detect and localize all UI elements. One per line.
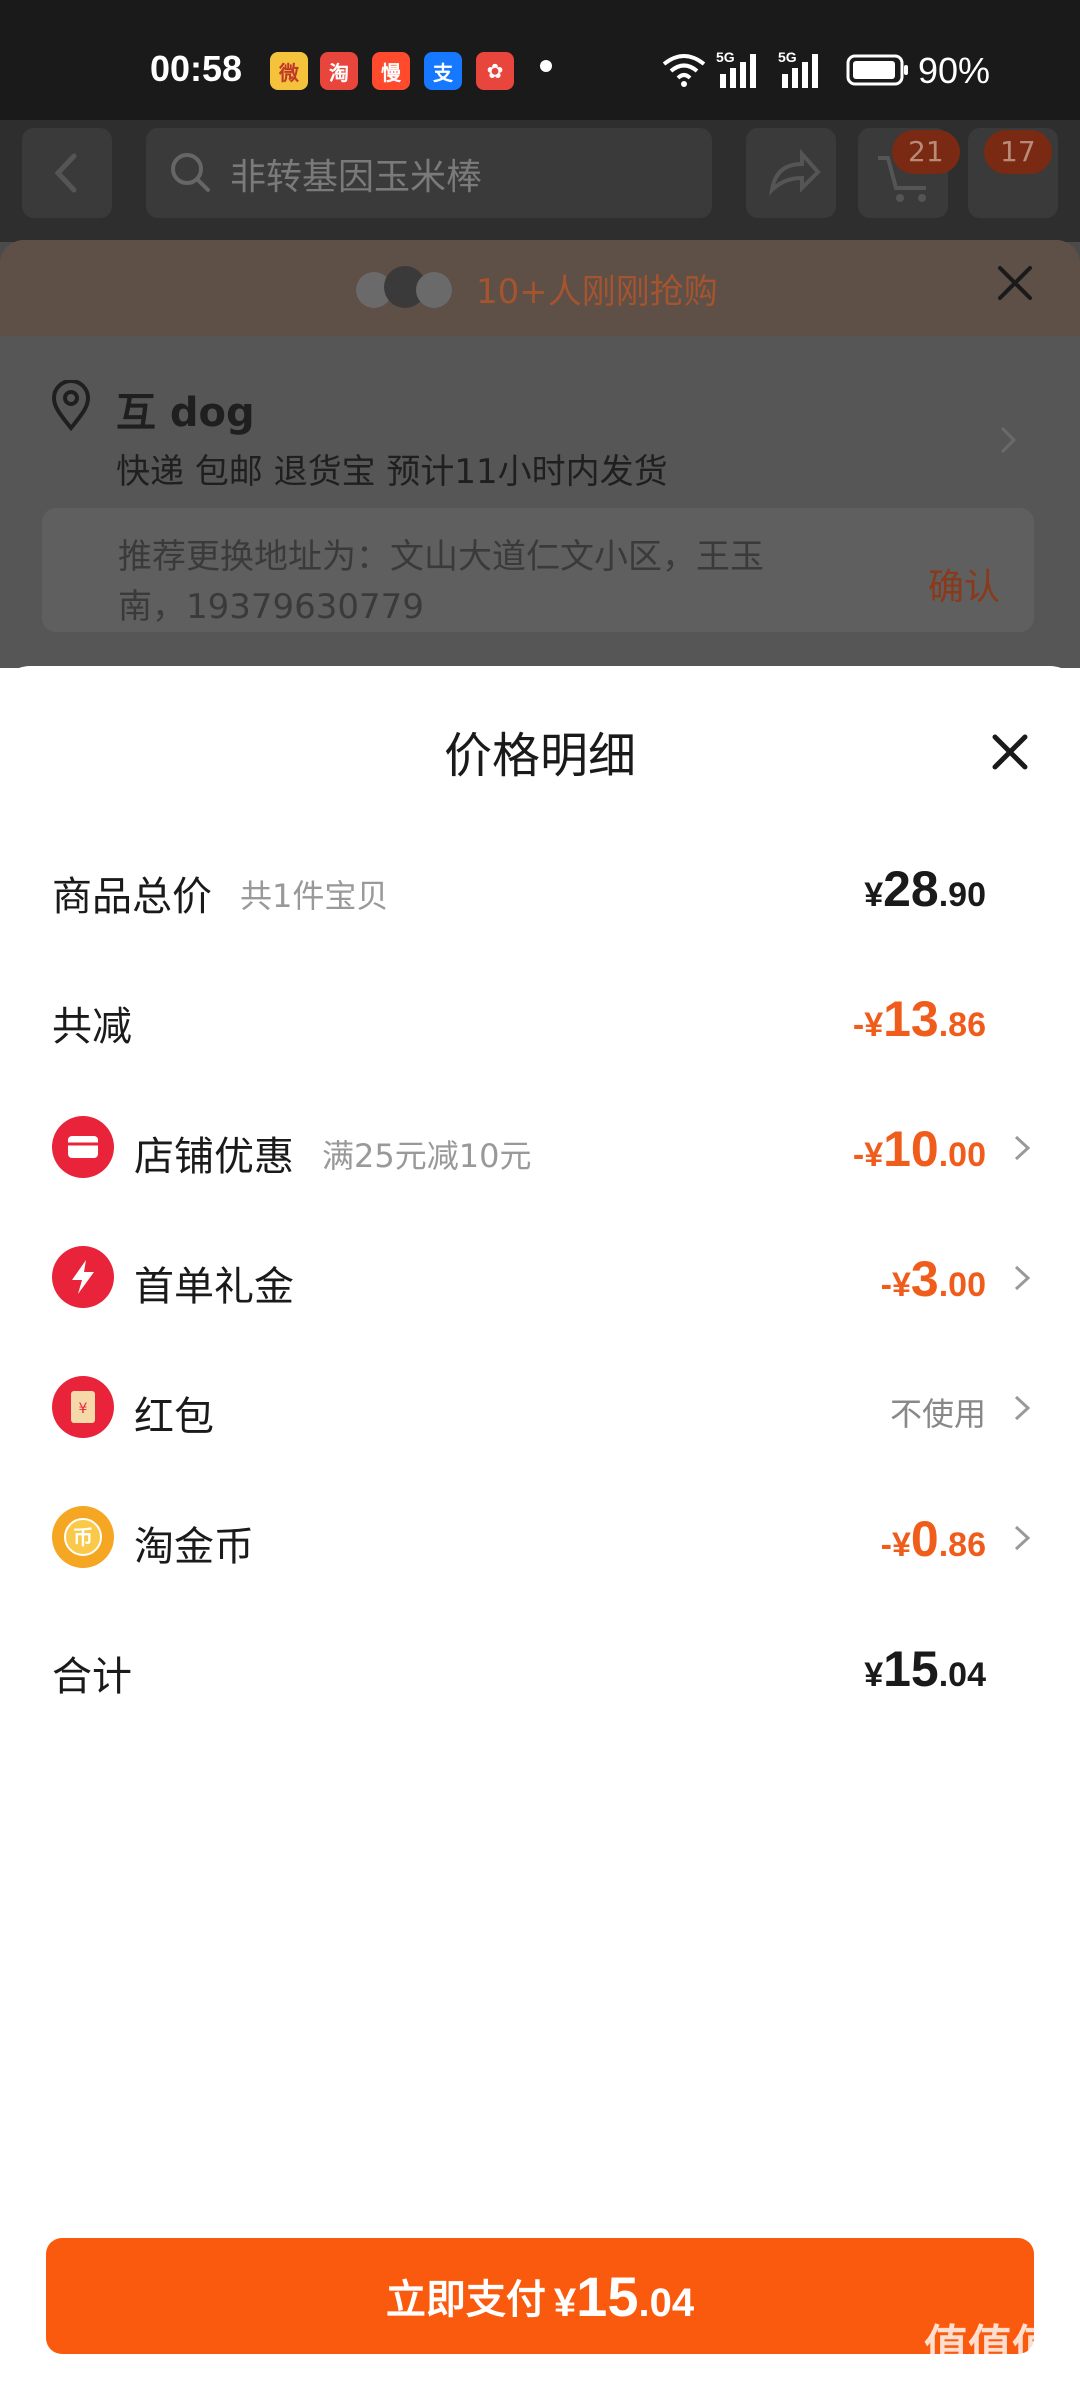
suggestion-line-1: 推荐更换地址为：文山大道仁文小区，王玉 xyxy=(118,537,764,577)
notification-dot-icon xyxy=(540,60,552,72)
watermark-url: zhizhizhi.com xyxy=(920,2366,1056,2390)
svg-text:币: 币 xyxy=(73,1525,93,1549)
shop-discount-label[interactable]: 店铺优惠 xyxy=(134,1124,294,1182)
signal-5g-icon-1: 5G xyxy=(716,49,756,88)
red-packet-status[interactable]: 不使用 xyxy=(890,1389,986,1435)
weibo-icon: 微 xyxy=(270,52,308,90)
status-bar: 00:58 微 淘 慢 支 ✿ 5G 5G 90% xyxy=(0,0,1080,120)
watermark: 值值值 xyxy=(924,2321,1056,2372)
red-packet-label[interactable]: 红包 xyxy=(134,1384,214,1442)
total-discount-amount: -¥13.86 xyxy=(852,991,986,1047)
search-icon xyxy=(171,153,210,192)
lightning-icon xyxy=(52,1246,114,1308)
chevron-right-icon[interactable] xyxy=(996,422,1020,458)
pay-now-label: 立即支付 xyxy=(385,2277,546,2323)
chevron-right-icon[interactable] xyxy=(1008,1523,1038,1553)
man-app-icon: 慢 xyxy=(372,52,410,90)
svg-text:5G: 5G xyxy=(716,49,735,65)
gold-coin-icon: 币 xyxy=(52,1506,114,1568)
first-order-amount[interactable]: -¥3.00 xyxy=(881,1250,986,1308)
confirm-address-button[interactable]: 确认 xyxy=(928,558,1000,610)
chevron-right-icon[interactable] xyxy=(1008,1263,1038,1293)
chevron-right-icon[interactable] xyxy=(1008,1393,1038,1423)
back-button[interactable] xyxy=(22,128,112,218)
address-suggestion-text: 推荐更换地址为：文山大道仁文小区，王玉 南，19379630779 xyxy=(118,532,858,632)
shop-discount-rule: 满25元减10元 xyxy=(322,1137,532,1175)
shipping-info: 快递 包邮 退货宝 预计11小时内发货 xyxy=(116,452,668,492)
status-time: 00:58 xyxy=(150,48,243,89)
pay-now-button[interactable]: 立即支付 ¥15.04 xyxy=(46,2238,1034,2354)
location-pin-icon xyxy=(51,380,91,432)
recent-buyers-text: 10+人刚刚抢购 xyxy=(476,272,718,312)
battery-icon xyxy=(846,54,908,86)
taojinbi-amount[interactable]: -¥0.86 xyxy=(881,1510,986,1568)
taobao-app-icon: 淘 xyxy=(320,52,358,90)
total-goods-price: ¥28.90 xyxy=(864,861,986,917)
search-bar[interactable]: 非转基因玉米棒 xyxy=(146,128,712,218)
battery-percentage: 90% xyxy=(918,50,991,91)
suggestion-line-2: 南，19379630779 xyxy=(118,587,424,627)
search-placeholder: 非转基因玉米棒 xyxy=(230,157,483,198)
shop-icon xyxy=(52,1116,114,1178)
total-goods-count: 共1件宝贝 xyxy=(240,877,389,915)
first-order-label[interactable]: 首单礼金 xyxy=(134,1254,294,1312)
wifi-icon xyxy=(662,54,706,87)
modal-close-icon[interactable] xyxy=(990,732,1030,772)
app-icon: ✿ xyxy=(476,52,514,90)
more-badge: 17 xyxy=(984,130,1052,174)
pay-now-amount: ¥15.04 xyxy=(553,2264,695,2328)
svg-text:¥: ¥ xyxy=(79,1401,88,1417)
sum-label: 合计 xyxy=(52,1654,132,1700)
svg-text:5G: 5G xyxy=(778,49,797,65)
red-packet-icon: ¥ xyxy=(52,1376,114,1438)
close-icon[interactable] xyxy=(994,262,1036,304)
modal-title: 价格明细 xyxy=(443,728,636,784)
share-icon xyxy=(769,148,821,196)
total-goods-label: 商品总价 xyxy=(52,874,212,920)
sum-amount: ¥15.04 xyxy=(864,1641,986,1697)
signal-5g-icon-2: 5G xyxy=(778,49,818,88)
taojinbi-label[interactable]: 淘金币 xyxy=(134,1514,254,1572)
cart-badge: 21 xyxy=(892,130,960,174)
buyer-avatars xyxy=(356,266,456,312)
shop-discount-amount[interactable]: -¥10.00 xyxy=(853,1120,986,1178)
share-button[interactable] xyxy=(746,128,836,218)
alipay-icon: 支 xyxy=(424,52,462,90)
recent-buyers-banner: 10+人刚刚抢购 xyxy=(0,240,1080,336)
total-discount-label: 共减 xyxy=(52,1004,132,1050)
address-name[interactable]: 互 dog xyxy=(116,380,255,438)
address-suggestion: 推荐更换地址为：文山大道仁文小区，王玉 南，19379630779 确认 xyxy=(42,508,1034,632)
chevron-right-icon[interactable] xyxy=(1008,1133,1038,1163)
